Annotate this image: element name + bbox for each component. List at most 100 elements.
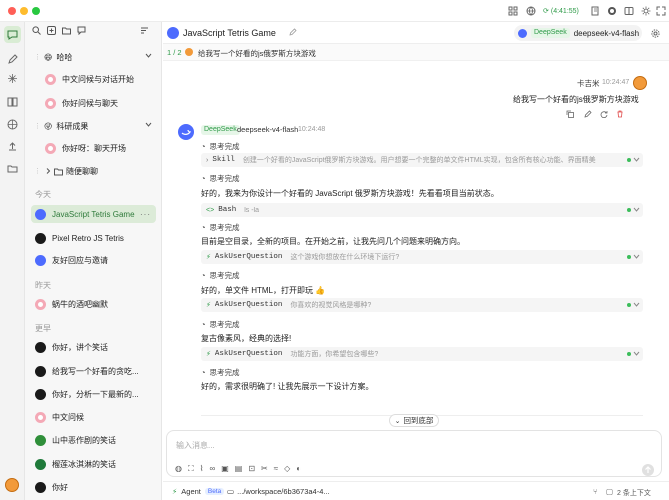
edit-icon[interactable] <box>584 110 592 118</box>
list-item[interactable]: Pixel Retro JS Tetris <box>31 229 156 247</box>
scroll-bottom-button[interactable]: ⌄ 回到底部 <box>389 414 439 427</box>
edit-title-icon[interactable] <box>289 28 297 36</box>
folder-haha[interactable]: ⋮ 😄 哈哈 <box>31 48 156 66</box>
status-footer: ⚡ Agent Beta ▭ .../workspace/6b3673a4-4.… <box>163 481 669 500</box>
chat-icon[interactable] <box>4 26 21 43</box>
search-icon[interactable] <box>32 26 41 35</box>
zoom-window-button[interactable] <box>32 7 40 15</box>
tool-call-bash[interactable]: <> Bash ls -la <box>201 203 643 217</box>
list-item[interactable]: 你好，讲个笑话 <box>31 338 156 356</box>
thinking-done[interactable]: ◔ 思考完成 <box>201 367 240 378</box>
drag-handle-icon[interactable]: ⋮ <box>34 122 41 130</box>
send-button[interactable] <box>642 464 654 476</box>
settings-icon[interactable] <box>651 29 660 38</box>
list-item[interactable]: 中文问候 <box>31 408 156 426</box>
prompt-preview[interactable]: 给我写一个好看的js俄罗斯方块游戏 <box>198 48 316 59</box>
expand-icon[interactable]: ⛶ <box>188 464 194 474</box>
scissors-icon[interactable]: ✂ <box>261 464 268 474</box>
item-label: 你好呀：聊天开场 <box>62 143 126 153</box>
avatar <box>45 97 56 109</box>
new-folder-icon[interactable] <box>62 26 71 35</box>
camera-icon[interactable]: ▣ <box>221 464 229 474</box>
earth-icon[interactable] <box>526 6 536 16</box>
list-item[interactable]: 你好呀：聊天开场 <box>41 139 156 157</box>
chevron-down-icon[interactable] <box>145 52 152 59</box>
scroll-bottom-label: 回到底部 <box>403 416 434 425</box>
minimize-window-button[interactable] <box>20 7 28 15</box>
new-chat-icon[interactable] <box>47 26 56 35</box>
mic-icon[interactable]: ◐ <box>296 464 301 474</box>
workspace-path[interactable]: ▭ .../workspace/6b3673a4-4... <box>227 487 330 496</box>
list-item[interactable]: 蜗牛的酒吧幽默 <box>31 295 156 313</box>
chevron-down-icon[interactable] <box>145 121 152 128</box>
folder-casual[interactable]: ⋮ 随便聊聊 <box>31 162 156 180</box>
eraser-icon[interactable]: ◇ <box>284 464 290 474</box>
chat-icon[interactable]: ▢ <box>606 487 613 496</box>
list-item[interactable]: 中文问候与对话开始 <box>41 70 156 88</box>
expand-icon[interactable] <box>656 6 666 16</box>
list-item[interactable]: 你好问候与聊天 <box>41 94 156 112</box>
status-dot <box>627 303 631 307</box>
avatar <box>35 254 46 266</box>
tool-call-ask[interactable]: ⚡ AskUserQuestion 你喜欢的视觉风格是哪种? <box>201 298 643 312</box>
notebook-icon[interactable] <box>590 6 600 16</box>
book-icon[interactable] <box>6 95 19 108</box>
link-icon[interactable]: ∞ <box>210 464 216 474</box>
list-item[interactable]: 给我写一个好看的贪吃... <box>31 362 156 380</box>
group-label-yesterday: 昨天 <box>35 281 51 290</box>
chevron-right-icon[interactable] <box>44 167 52 175</box>
list-item-active[interactable]: JavaScript Tetris Game ··· <box>31 205 156 223</box>
close-window-button[interactable] <box>8 7 16 15</box>
page-counter[interactable]: 1 / 2 <box>167 48 182 57</box>
delete-icon[interactable] <box>616 110 624 118</box>
list-item[interactable]: 你好，分析一下最新的... <box>31 385 156 403</box>
github-icon[interactable] <box>607 6 617 16</box>
tool-call-ask[interactable]: ⚡ AskUserQuestion 功能方面，你希望包含哪些? <box>201 347 643 361</box>
sun-icon[interactable] <box>641 6 651 16</box>
list-item[interactable]: 友好回应与邀请 <box>31 251 156 269</box>
tool-call-ask[interactable]: ⚡ AskUserQuestion 这个游戏你想放在什么环境下运行? <box>201 250 643 264</box>
user-avatar[interactable] <box>5 478 19 492</box>
thinking-done[interactable]: ◔ 思考完成 <box>201 222 240 233</box>
upload-icon[interactable] <box>6 140 19 153</box>
folder-research[interactable]: ⋮ 😜 科研成果 <box>31 117 156 135</box>
branch-icon[interactable]: ⑂ <box>593 487 598 496</box>
paperclip-icon[interactable]: ⌇ <box>200 464 204 474</box>
tool-desc: ls -la <box>244 206 259 214</box>
agent-mode-toggle[interactable]: ⚡ Agent Beta <box>172 487 225 496</box>
copy-icon[interactable] <box>566 110 574 118</box>
compass-icon[interactable] <box>6 118 19 131</box>
pencil-icon[interactable] <box>6 53 19 66</box>
folder-icon[interactable] <box>6 162 19 175</box>
list-item[interactable]: 山中恶作剧的笑话 <box>31 431 156 449</box>
thinking-done[interactable]: ◔ 思考完成 <box>201 270 240 281</box>
more-icon[interactable]: ··· <box>140 210 151 219</box>
retry-icon[interactable] <box>600 110 608 118</box>
drag-handle-icon[interactable]: ⋮ <box>34 167 41 175</box>
code-icon[interactable]: ⊡ <box>248 464 255 474</box>
context-count[interactable]: 2 条上下文 <box>617 488 651 498</box>
chevron-right-icon: › <box>206 156 209 164</box>
tool-call-skill[interactable]: › Skill 创建一个好看的JavaScript俄罗斯方块游戏。用户想要一个完… <box>201 153 643 167</box>
drag-handle-icon[interactable]: ⋮ <box>34 53 41 61</box>
thinking-done[interactable]: ◔ 思考完成 <box>201 173 240 184</box>
list-item[interactable]: 你好 <box>31 478 156 496</box>
prompt-nav-bar: 1 / 2 给我写一个好看的js俄罗斯方块游戏 <box>163 44 669 61</box>
thinking-done[interactable]: ◔ 思考完成 <box>201 141 240 152</box>
message-input[interactable]: 输入消息... <box>176 440 215 451</box>
earth-icon[interactable]: ◍ <box>175 464 182 474</box>
grid-icon[interactable] <box>508 6 518 16</box>
model-selector[interactable]: DeepSeek deepseek-v4-flash <box>514 25 642 41</box>
sparkle-icon[interactable] <box>6 72 19 85</box>
title-bar: ⟳ (4:41:55) <box>0 0 669 22</box>
list-item[interactable]: 榴莲冰淇淋的笑话 <box>31 455 156 473</box>
message-input-box[interactable]: 输入消息... ◍ ⛶ ⌇ ∞ ▣ ▤ ⊡ ✂ ≈ ◇ ◐ <box>166 430 662 477</box>
quote-icon[interactable]: ≈ <box>274 464 278 474</box>
sort-icon[interactable] <box>140 26 149 35</box>
thinking-done[interactable]: ◔ 思考完成 <box>201 319 240 330</box>
split-view-icon[interactable] <box>624 6 634 16</box>
avatar <box>45 142 56 154</box>
chat-bubble-icon[interactable] <box>77 26 86 35</box>
image-icon[interactable]: ▤ <box>235 464 243 474</box>
sync-status[interactable]: ⟳ (4:41:55) <box>543 5 579 17</box>
